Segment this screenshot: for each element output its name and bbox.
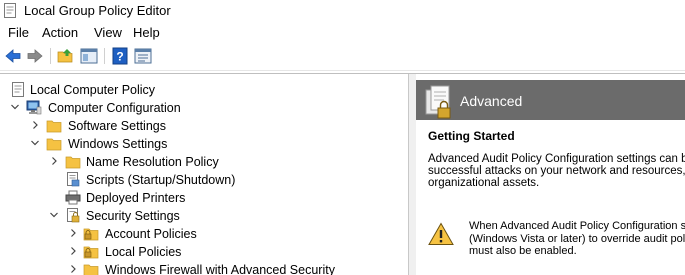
description-line: Advanced Audit Policy Configuration sett…	[428, 153, 685, 165]
up-folder-icon[interactable]	[57, 47, 75, 65]
help-icon[interactable]: ?	[111, 47, 129, 65]
policy-document-icon	[4, 3, 16, 18]
properties-icon[interactable]	[134, 47, 152, 65]
folder-icon	[46, 138, 62, 151]
warning-text: When Advanced Audit Policy Configuration…	[469, 220, 685, 258]
toolbar-separator	[50, 48, 51, 64]
window-title: Local Group Policy Editor	[24, 3, 171, 18]
menu-action[interactable]: Action	[42, 25, 78, 40]
warning-line: must also be enabled.	[469, 245, 577, 257]
folder-icon	[83, 264, 99, 275]
chevron-right-icon[interactable]	[49, 155, 59, 167]
description-text: Advanced Audit Policy Configuration sett…	[428, 153, 685, 189]
tree-item-label: Deployed Printers	[86, 191, 186, 205]
description-line: organizational assets.	[428, 177, 540, 189]
printer-icon	[65, 190, 81, 205]
menu-file[interactable]: File	[8, 25, 29, 40]
chevron-down-icon[interactable]	[30, 137, 40, 149]
forward-arrow-icon[interactable]	[26, 47, 44, 65]
folder-icon	[46, 120, 62, 133]
back-arrow-icon[interactable]	[4, 47, 22, 65]
detail-pane: Advanced Getting Started Advanced Audit …	[416, 74, 685, 275]
detail-header: Advanced	[416, 80, 685, 120]
tree-item-label: Software Settings	[68, 119, 166, 133]
tree-item-label: Name Resolution Policy	[86, 155, 219, 169]
warning-line: When Advanced Audit Policy Configuration…	[469, 220, 685, 232]
show-hide-tree-icon[interactable]	[80, 47, 98, 65]
tree-item-label: Security Settings	[86, 209, 180, 223]
chevron-right-icon[interactable]	[68, 227, 78, 239]
script-document-icon	[67, 172, 80, 187]
warning-line: (Windows Vista or later) to override aud…	[469, 232, 685, 245]
warning-icon	[428, 222, 454, 245]
pane-splitter[interactable]	[409, 74, 416, 275]
chevron-down-icon[interactable]	[49, 209, 59, 221]
tree-item-label: Windows Firewall with Advanced Security	[105, 263, 335, 275]
title-bar: Local Group Policy Editor	[0, 0, 685, 22]
chevron-right-icon[interactable]	[68, 245, 78, 257]
chevron-down-icon[interactable]	[10, 101, 20, 113]
detail-title: Advanced	[460, 93, 523, 109]
section-title: Getting Started	[428, 129, 515, 143]
tree-item-label: Account Policies	[105, 227, 197, 241]
toolbar-separator	[104, 48, 105, 64]
svg-text:?: ?	[116, 50, 123, 64]
toolbar: ?	[0, 42, 685, 71]
locked-folder-icon	[83, 246, 99, 259]
chevron-right-icon[interactable]	[68, 263, 78, 275]
description-line: successful attacks on your network and r…	[428, 165, 685, 177]
menu-view[interactable]: View	[94, 25, 122, 40]
policy-document-icon	[12, 82, 24, 97]
tree-item-label: Windows Settings	[68, 137, 168, 151]
security-document-icon	[67, 208, 80, 223]
computer-icon	[26, 100, 42, 115]
chevron-right-icon[interactable]	[30, 119, 40, 131]
menu-help[interactable]: Help	[133, 25, 160, 40]
locked-folder-icon	[83, 228, 99, 241]
menu-bar: File Action View Help	[0, 22, 685, 42]
console-tree: Local Computer Policy Computer Configura…	[0, 74, 409, 275]
tree-item-label: Local Policies	[105, 245, 182, 259]
tree-item-label: Computer Configuration	[48, 101, 181, 115]
tree-item-label: Local Computer Policy	[30, 83, 156, 97]
tree-item-label: Scripts (Startup/Shutdown)	[86, 173, 236, 187]
folder-icon	[65, 156, 81, 169]
audit-documents-icon	[425, 85, 451, 119]
